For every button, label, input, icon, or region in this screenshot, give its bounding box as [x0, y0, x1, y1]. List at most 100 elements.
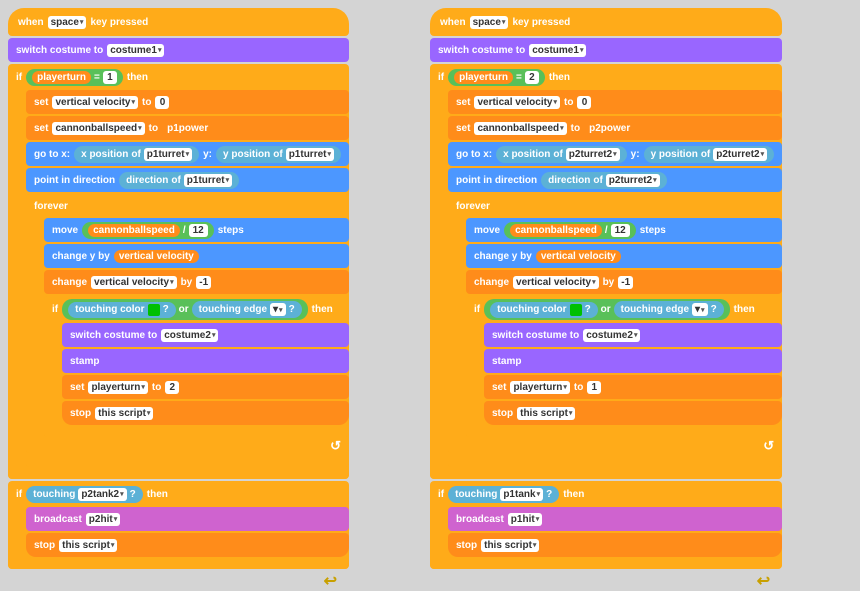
left-chvel-dd[interactable]: vertical velocity	[91, 276, 177, 289]
right-stop2-dd[interactable]: this script	[481, 539, 539, 552]
left-stamp[interactable]: stamp	[62, 349, 349, 373]
left-switch-costume-2[interactable]: switch costume to costume2	[62, 323, 349, 347]
right-chvel-val[interactable]: -1	[618, 276, 633, 289]
right-vel-val[interactable]: 0	[577, 96, 591, 109]
right-if-3-header[interactable]: if touching p1tank ? then	[430, 481, 782, 507]
right-move[interactable]: move cannonballspeed / 12 steps	[466, 218, 782, 242]
left-set-cbs[interactable]: set cannonballspeed to p1power	[26, 116, 349, 140]
left-hat-block[interactable]: when space key pressed	[8, 8, 349, 36]
left-if3-var-dd[interactable]: p2tank2	[78, 488, 126, 501]
left-vert-vel-dd[interactable]: vertical velocity	[52, 96, 138, 109]
right-if3-var-dd[interactable]: p1tank	[500, 488, 543, 501]
right-point[interactable]: point in direction direction of p2turret…	[448, 168, 782, 192]
right-x-var-dd[interactable]: p2turret2	[566, 148, 620, 161]
right-if-1-val[interactable]: 2	[525, 71, 539, 84]
right-cbs-dd[interactable]: cannonballspeed	[474, 122, 566, 135]
left-if3-cond: touching p2tank2 ?	[26, 486, 143, 503]
left-if-1-val[interactable]: 1	[103, 71, 117, 84]
right-forever: forever move cannonballspeed / 12 steps	[448, 194, 782, 467]
left-forever: forever move cannonballspeed / 12 steps	[26, 194, 349, 467]
right-if3-body: broadcast p1hit stop this script	[448, 507, 782, 557]
right-dir-dd[interactable]: p2turret2	[606, 174, 660, 187]
left-changevel[interactable]: change vertical velocity by -1	[44, 270, 349, 294]
right-stop1-dd[interactable]: this script	[517, 407, 575, 420]
left-set-pt[interactable]: set playerturn to 2	[62, 375, 349, 399]
left-edge-dd[interactable]: ▾	[270, 303, 286, 316]
right-goto-label: go to x:	[456, 149, 492, 160]
right-costume1-dropdown[interactable]: costume1	[529, 44, 586, 57]
left-forever-header[interactable]: forever	[26, 194, 349, 218]
right-set-cbs[interactable]: set cannonballspeed to p2power	[448, 116, 782, 140]
left-move[interactable]: move cannonballspeed / 12 steps	[44, 218, 349, 242]
right-xof: of	[553, 149, 562, 160]
left-stop-2[interactable]: stop this script	[26, 533, 349, 557]
left-point[interactable]: point in direction direction of p1turret	[26, 168, 349, 192]
left-dir-dd[interactable]: p1turret	[184, 174, 232, 187]
left-cbs-dd[interactable]: cannonballspeed	[52, 122, 144, 135]
right-if-2-header[interactable]: if touching color ? or touching edge	[466, 296, 782, 323]
left-set-vert-vel[interactable]: set vertical velocity to 0	[26, 90, 349, 114]
right-switch-costume-1[interactable]: switch costume to costume1	[430, 38, 782, 62]
left-goto[interactable]: go to x: x position of p1turret y: y pos…	[26, 142, 349, 166]
right-hat-key-dropdown[interactable]: space	[470, 16, 509, 29]
right-switch-costume-2[interactable]: switch costume to costume2	[484, 323, 782, 347]
right-changevel[interactable]: change vertical velocity by -1	[466, 270, 782, 294]
right-set-vert-vel[interactable]: set vertical velocity to 0	[448, 90, 782, 114]
right-bc-dd[interactable]: p1hit	[508, 513, 542, 526]
left-vel-val[interactable]: 0	[155, 96, 169, 109]
right-vert-vel-dd[interactable]: vertical velocity	[474, 96, 560, 109]
right-move-op: cannonballspeed / 12	[504, 222, 636, 239]
left-switch-costume-1[interactable]: switch costume to costume1	[8, 38, 349, 62]
right-to-2: to	[571, 123, 580, 134]
right-stamp[interactable]: stamp	[484, 349, 782, 373]
left-pt-dd[interactable]: playerturn	[88, 381, 147, 394]
left-if3-touching: touching	[33, 489, 75, 500]
right-stamp-label: stamp	[492, 356, 521, 367]
left-if-1-header[interactable]: if playerturn = 1 then	[8, 64, 349, 90]
left-stop1-dd[interactable]: this script	[95, 407, 153, 420]
right-if-1-header[interactable]: if playerturn = 2 then	[430, 64, 782, 90]
right-pt-dd[interactable]: playerturn	[510, 381, 569, 394]
right-edge-dd[interactable]: ▾	[692, 303, 708, 316]
left-stop-1[interactable]: stop this script	[62, 401, 349, 425]
right-y-sense: y position of p2turret2	[644, 146, 775, 163]
right-chvel-dd[interactable]: vertical velocity	[513, 276, 599, 289]
right-goto[interactable]: go to x: x position of p2turret2 y: y po…	[448, 142, 782, 166]
right-move-label: move	[474, 225, 500, 236]
left-costume2-dd[interactable]: costume2	[161, 329, 218, 342]
left-move-val[interactable]: 12	[189, 224, 208, 237]
left-bc-label: broadcast	[34, 514, 82, 525]
left-pt-val[interactable]: 2	[165, 381, 179, 394]
right-chvel-by: by	[603, 277, 615, 288]
left-costume1-dropdown[interactable]: costume1	[107, 44, 164, 57]
left-if-3-header[interactable]: if touching p2tank2 ? then	[8, 481, 349, 507]
left-changey[interactable]: change y by vertical velocity	[44, 244, 349, 268]
right-costume2-dd[interactable]: costume2	[583, 329, 640, 342]
right-hat-block[interactable]: when space key pressed	[430, 8, 782, 36]
right-changey[interactable]: change y by vertical velocity	[466, 244, 782, 268]
left-x-var-dd[interactable]: p1turret	[144, 148, 192, 161]
right-dir-sense: direction of p2turret2	[541, 172, 667, 189]
right-stop-2[interactable]: stop this script	[448, 533, 782, 557]
left-y-var-dd[interactable]: p1turret	[286, 148, 334, 161]
right-set-pt[interactable]: set playerturn to 1	[484, 375, 782, 399]
left-color-swatch[interactable]	[148, 304, 160, 316]
right-broadcast[interactable]: broadcast p1hit	[448, 507, 782, 531]
left-broadcast[interactable]: broadcast p2hit	[26, 507, 349, 531]
right-if1-cap	[430, 469, 782, 479]
left-bc-dd[interactable]: p2hit	[86, 513, 120, 526]
left-stop2-dd[interactable]: this script	[59, 539, 117, 552]
right-if3-then: then	[563, 489, 584, 500]
right-pt-val[interactable]: 1	[587, 381, 601, 394]
right-forever-body: move cannonballspeed / 12 steps change y…	[466, 218, 782, 437]
left-div: /	[183, 225, 186, 236]
right-touching-color: touching color ?	[490, 302, 598, 318]
left-hat-key-dropdown[interactable]: space	[48, 16, 87, 29]
right-move-val[interactable]: 12	[611, 224, 630, 237]
right-y-var-dd[interactable]: p2turret2	[713, 148, 767, 161]
right-stop-1[interactable]: stop this script	[484, 401, 782, 425]
right-color-swatch[interactable]	[570, 304, 582, 316]
right-forever-header[interactable]: forever	[448, 194, 782, 218]
left-if-2-header[interactable]: if touching color ? or touching edge	[44, 296, 349, 323]
left-chvel-val[interactable]: -1	[196, 276, 211, 289]
